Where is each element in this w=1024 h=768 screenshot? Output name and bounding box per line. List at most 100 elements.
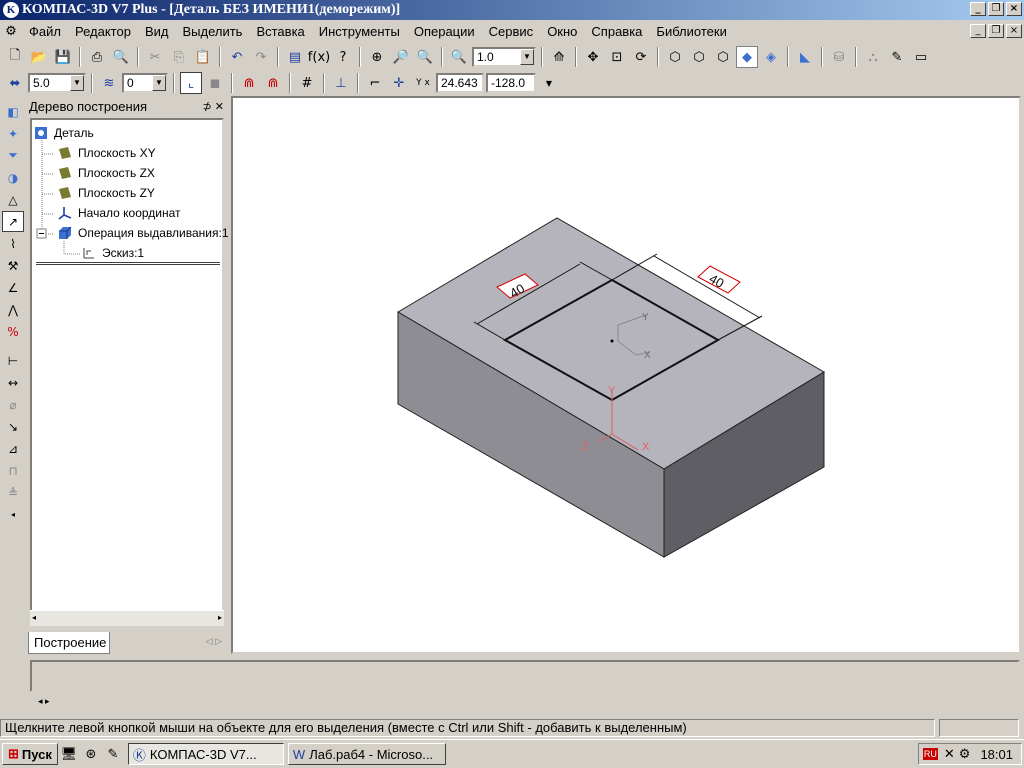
save-icon[interactable]: 💾 [52,46,74,68]
menu-tools[interactable]: Инструменты [312,24,407,39]
filter-icon[interactable]: ⛬ [862,46,884,68]
aux-geometry-icon[interactable]: ✦ [2,123,24,144]
variables-icon[interactable]: f(x) [308,46,330,68]
tab-scroll-icon[interactable]: ◁ ▷ [206,636,222,647]
chevron-down-icon[interactable]: ▼ [152,75,166,91]
tree-node-part[interactable]: Деталь [34,124,94,142]
horizontal-dim-icon[interactable]: ↔ [2,372,24,393]
open-file-icon[interactable]: 📂 [28,46,50,68]
wireframe-icon[interactable]: ⬡ [664,46,686,68]
linear-dim-icon[interactable]: ⊢ [2,350,24,371]
network-icon[interactable]: ⚙ [959,746,971,762]
hidden-lines-icon[interactable]: ⬡ [688,46,710,68]
base-icon[interactable]: ⊓ [2,460,24,481]
panel-toggle-icon[interactable]: ▭ [910,46,932,68]
zoom-scale-icon[interactable]: 🔍 [448,46,470,68]
local-cs-icon[interactable]: ⊥ [330,72,352,94]
roughness-icon[interactable]: ≜ [2,482,24,503]
volume-icon[interactable]: ✕ [944,746,955,762]
shaded-icon[interactable]: ◆ [736,46,758,68]
orientation-icon[interactable]: ⟰ [548,46,570,68]
layer-combo[interactable]: 0 ▼ [122,73,168,93]
step-icon[interactable]: ⬌ [4,72,26,94]
tree-node-plane-xy[interactable]: Плоскость XY [58,144,156,162]
minimize-button[interactable]: _ [970,2,986,16]
param-scroll-icon[interactable]: ◂ ▸ [38,696,50,707]
tree-node-extrusion[interactable]: Операция выдавливания:1 [58,224,229,242]
model-viewport[interactable]: Y X 40 40 Y Z X [231,96,1021,654]
tree-node-plane-zx[interactable]: Плоскость ZX [58,164,155,182]
menu-libraries[interactable]: Библиотеки [649,24,733,39]
ortho-icon[interactable]: ⌐ [364,72,386,94]
library-icon[interactable]: ⛁ [828,46,850,68]
task-kompas[interactable]: Ⓚ КОМПАС-3D V7... [127,743,284,765]
zoom-combo[interactable]: 1.0 ▼ [472,47,536,67]
menu-help[interactable]: Справка [584,24,649,39]
zoom-in-icon[interactable]: 🔎 [390,46,412,68]
geometry-icon[interactable]: △ [2,189,24,210]
snap-icon[interactable]: ⋒ [238,72,260,94]
edit-part-icon[interactable]: ◧ [2,101,24,122]
paste-icon[interactable]: 📋 [192,46,214,68]
task-word[interactable]: W Лаб.раб4 - Microso... [287,743,446,765]
quicklaunch-app-icon[interactable]: ✎ [102,743,124,765]
zoom-out-icon[interactable]: 🔍 [414,46,436,68]
menu-edit[interactable]: Редактор [68,24,138,39]
kompas-app-icon[interactable]: K [3,2,19,18]
tree-node-sketch[interactable]: Эскиз:1 [82,244,144,262]
quicklaunch-network-icon[interactable]: ⊛ [80,743,102,765]
chevron-down-icon[interactable]: ▼ [520,49,534,65]
doc-close-button[interactable]: × [1006,24,1022,38]
measure-icon[interactable]: ⌇ [2,233,24,254]
dimensions-icon[interactable]: ↗ [2,211,24,232]
tree-node-origin[interactable]: Начало координат [58,204,181,222]
menu-insert[interactable]: Вставка [249,24,311,39]
magnet-icon[interactable]: ⋒ [262,72,284,94]
grid-icon[interactable]: # [296,72,318,94]
cursor-icon[interactable]: ✛ [388,72,410,94]
tab-construction[interactable]: Построение [28,632,110,654]
scroll-left-icon[interactable]: ◂ [32,613,36,622]
tree-hscroll[interactable]: ◂ ▸ [30,610,224,626]
diagnostics-icon[interactable]: % [2,321,24,342]
language-indicator[interactable]: RU [922,748,938,760]
command-line[interactable] [30,660,1020,692]
zoom-window-icon[interactable]: ⊕ [366,46,388,68]
menu-view[interactable]: Вид [138,24,176,39]
model-canvas[interactable]: Y X 40 40 Y Z X [233,98,1019,652]
undo-icon[interactable]: ↶ [226,46,248,68]
new-file-icon[interactable]: 🗋 [4,46,26,68]
thin-hidden-icon[interactable]: ⬡ [712,46,734,68]
more-icon[interactable]: ◂ [2,504,24,525]
print-preview-icon[interactable]: 🔍 [110,46,132,68]
menu-service[interactable]: Сервис [482,24,541,39]
manager-icon[interactable]: ▤ [284,46,306,68]
start-button[interactable]: ⊞ Пуск [2,743,58,765]
diameter-dim-icon[interactable]: ⌀ [2,394,24,415]
sketch-mode-icon[interactable]: ⌞ [180,72,202,94]
menu-operations[interactable]: Операции [407,24,482,39]
scroll-right-icon[interactable]: ▸ [218,613,222,622]
spec-icon[interactable]: ⋀ [2,299,24,320]
chevron-down-icon[interactable]: ▼ [538,72,560,94]
pan-icon[interactable]: ✥ [582,46,604,68]
coord-y-field[interactable]: -128.0 [486,73,536,93]
angle-dim-icon[interactable]: ⊿ [2,438,24,459]
edit-icon[interactable]: ⚒ [2,255,24,276]
coord-x-field[interactable]: 24.643 [436,73,484,93]
cut-icon[interactable]: ✂ [144,46,166,68]
step-combo[interactable]: 5.0 ▼ [28,73,86,93]
radius-dim-icon[interactable]: ↘ [2,416,24,437]
copy-icon[interactable]: ⎘ [168,46,190,68]
tree-node-plane-zy[interactable]: Плоскость ZY [58,184,155,202]
menu-file[interactable]: Файл [22,24,68,39]
print-icon[interactable]: ⎙ [86,46,108,68]
param-icon[interactable]: ∠ [2,277,24,298]
filter-icon[interactable]: ⏷ [2,145,24,166]
properties-icon[interactable]: ✎ [886,46,908,68]
chevron-down-icon[interactable]: ▼ [70,75,84,91]
doc-restore-button[interactable]: ❐ [988,24,1004,38]
redo-icon[interactable]: ↷ [250,46,272,68]
zoom-all-icon[interactable]: ⊡ [606,46,628,68]
coords-icon[interactable]: Y x [412,72,434,94]
